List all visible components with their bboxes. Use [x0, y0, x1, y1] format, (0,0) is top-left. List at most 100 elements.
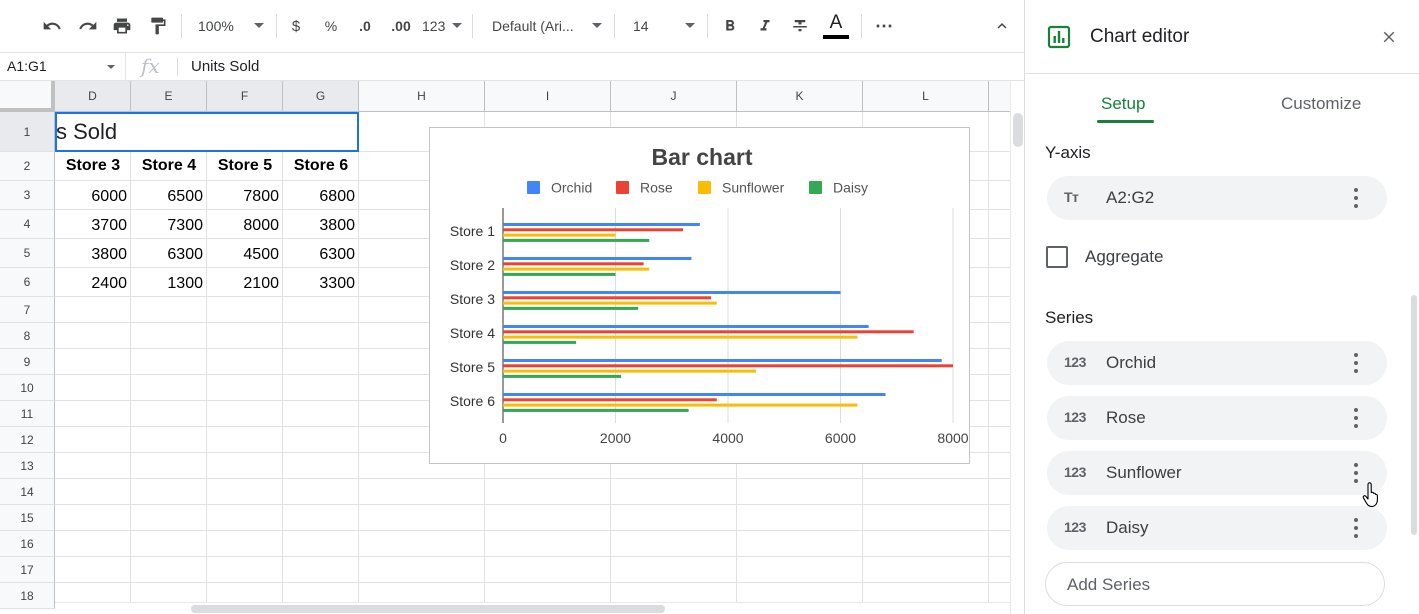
decrease-decimals-button[interactable]: .0	[350, 10, 380, 42]
tab-setup[interactable]: Setup	[1101, 94, 1145, 114]
horizontal-scrollbar[interactable]	[55, 602, 1010, 614]
series-chip-rose[interactable]: 123 Rose	[1047, 396, 1387, 440]
cell-value[interactable]: 7300	[132, 217, 203, 235]
chevron-down-icon	[452, 23, 462, 28]
column-header-d[interactable]: D	[55, 81, 131, 112]
more-vert-icon[interactable]	[1347, 516, 1365, 540]
undo-button[interactable]	[36, 10, 68, 42]
column-header-f[interactable]: F	[207, 81, 283, 112]
paint-format-button[interactable]	[142, 10, 174, 42]
number-format-select[interactable]: 123	[416, 10, 464, 42]
bar	[503, 408, 689, 412]
number-type-icon: 123	[1064, 354, 1086, 370]
bar	[503, 296, 712, 300]
cell-value[interactable]: 3700	[56, 217, 127, 235]
row-header-17[interactable]: 17	[0, 557, 55, 583]
cell-value[interactable]: 3300	[284, 275, 355, 293]
cell-value[interactable]: 4500	[208, 246, 279, 264]
row-header-7[interactable]: 7	[0, 297, 55, 323]
row-header-label: 1	[23, 124, 31, 139]
column-header-e[interactable]: E	[131, 81, 207, 112]
more-vert-icon[interactable]	[1347, 406, 1365, 430]
cell-value[interactable]: 6500	[132, 188, 203, 206]
cell-value[interactable]: 8000	[208, 217, 279, 235]
row-header-15[interactable]: 15	[0, 505, 55, 531]
row-header-2[interactable]: 2	[0, 152, 55, 181]
column-header-h[interactable]: H	[359, 81, 485, 112]
row-header-8[interactable]: 8	[0, 323, 55, 349]
cell-value[interactable]: 6800	[284, 188, 355, 206]
name-box[interactable]: A1:G1	[0, 53, 126, 80]
cell-value[interactable]: 2400	[56, 275, 127, 293]
chart-canvas: Bar chart Orchid Rose Sunflower Daisy 0 2000 40…	[450, 144, 969, 446]
row-header-1[interactable]: 1	[0, 112, 55, 152]
tab-customize[interactable]: Customize	[1281, 94, 1361, 114]
redo-button[interactable]	[72, 10, 104, 42]
formula-input[interactable]: Units Sold	[191, 58, 259, 75]
series-chip-orchid[interactable]: 123 Orchid	[1047, 341, 1387, 385]
series-chip-daisy[interactable]: 123 Daisy	[1047, 506, 1387, 550]
scrollbar-thumb[interactable]	[1013, 113, 1023, 147]
cell-value[interactable]: 2100	[208, 275, 279, 293]
row-header-14[interactable]: 14	[0, 479, 55, 505]
y-axis-range-chip[interactable]: Tт A2:G2	[1047, 176, 1387, 220]
cell-header[interactable]: Store 5	[208, 157, 282, 175]
strikethrough-button[interactable]	[786, 10, 814, 42]
cell-header[interactable]: Store 3	[56, 157, 130, 175]
add-series-button[interactable]: Add Series	[1045, 562, 1385, 606]
row-header-12[interactable]: 12	[0, 427, 55, 453]
font-family-select[interactable]: Default (Ari...	[484, 10, 606, 42]
zoom-select[interactable]: 100%	[190, 10, 268, 42]
cell-header[interactable]: Store 6	[284, 157, 358, 175]
cell-value[interactable]: 1300	[132, 275, 203, 293]
row-header-4[interactable]: 4	[0, 210, 55, 239]
cell-value[interactable]: 3800	[284, 217, 355, 235]
scrollbar-thumb[interactable]	[191, 605, 665, 613]
row-header-18[interactable]: 18	[0, 583, 55, 609]
more-vert-icon[interactable]	[1347, 351, 1365, 375]
collapse-toolbar-button[interactable]	[988, 10, 1016, 42]
row-header-13[interactable]: 13	[0, 453, 55, 479]
bold-button[interactable]	[716, 10, 744, 42]
more-vert-icon[interactable]	[1347, 186, 1365, 210]
paint-roller-icon	[151, 17, 166, 35]
row-header-10[interactable]: 10	[0, 375, 55, 401]
bar-chart[interactable]: Bar chart Orchid Rose Sunflower Daisy 0 2000 40…	[429, 127, 970, 464]
currency-format-button[interactable]: $	[283, 10, 309, 42]
increase-decimals-button[interactable]: .00	[385, 10, 417, 42]
column-header-k[interactable]: K	[737, 81, 863, 112]
row-header-3[interactable]: 3	[0, 181, 55, 210]
cell-value[interactable]: 6300	[284, 246, 355, 264]
print-button[interactable]	[106, 10, 138, 42]
cell-header[interactable]: Store 4	[132, 157, 206, 175]
row-header-11[interactable]: 11	[0, 401, 55, 427]
more-options-button[interactable]: ⋯	[870, 10, 898, 42]
editor-scrollbar[interactable]	[1411, 295, 1417, 535]
italic-button[interactable]	[751, 10, 779, 42]
row-header-6[interactable]: 6	[0, 268, 55, 297]
column-header-j[interactable]: J	[611, 81, 737, 112]
font-size-select[interactable]: 14	[625, 10, 699, 42]
select-all-corner[interactable]	[0, 81, 55, 112]
percent-format-button[interactable]: %	[318, 10, 344, 42]
cell-value[interactable]: 7800	[208, 188, 279, 206]
cell-value[interactable]: 6000	[56, 188, 127, 206]
row-header-5[interactable]: 5	[0, 239, 55, 268]
series-chip-sunflower[interactable]: 123 Sunflower	[1047, 451, 1387, 495]
close-icon[interactable]	[1380, 28, 1398, 46]
column-header-m[interactable]	[989, 81, 1010, 112]
row-header-9[interactable]: 9	[0, 349, 55, 375]
text-color-button[interactable]: A	[821, 10, 851, 42]
row-header-16[interactable]: 16	[0, 531, 55, 557]
column-header-label: D	[88, 89, 97, 103]
cell-value[interactable]: 3800	[56, 246, 127, 264]
column-header-g[interactable]: G	[283, 81, 359, 112]
vertical-scrollbar[interactable]	[1010, 81, 1024, 614]
bar	[503, 374, 622, 378]
aggregate-checkbox[interactable]	[1046, 246, 1068, 268]
text-type-icon: Tт	[1064, 189, 1079, 205]
bar	[503, 330, 914, 334]
column-header-l[interactable]: L	[863, 81, 989, 112]
column-header-i[interactable]: I	[485, 81, 611, 112]
cell-value[interactable]: 6300	[132, 246, 203, 264]
